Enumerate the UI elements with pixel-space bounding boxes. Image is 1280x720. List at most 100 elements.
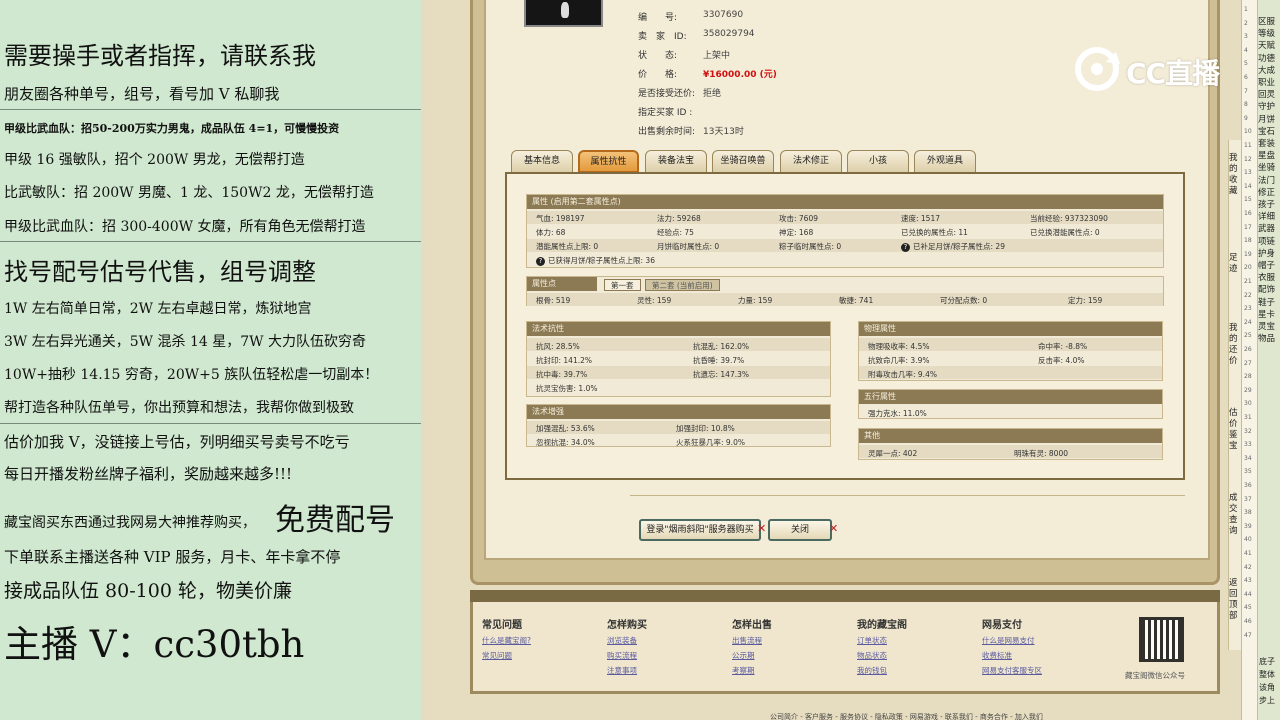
ruler-item: 21	[1244, 278, 1252, 285]
filter-item[interactable]: 守护	[1258, 100, 1275, 112]
filter-item[interactable]: 宝石	[1258, 125, 1275, 137]
filter-item[interactable]: 等级	[1258, 27, 1275, 39]
ruler-item: 3	[1244, 33, 1248, 41]
overlay-separator	[0, 423, 421, 424]
filter-item[interactable]: 套装	[1258, 137, 1275, 149]
point-agility: 敏捷: 741	[839, 296, 874, 305]
side-menu-bargain[interactable]: 我的还价	[1229, 323, 1241, 367]
footer-link[interactable]: 物品状态	[857, 650, 887, 661]
footer-link[interactable]: 订单状态	[857, 635, 887, 646]
tab-basic-info[interactable]: 基本信息	[511, 150, 573, 173]
filter-item[interactable]: 帽子	[1258, 259, 1275, 271]
tab-children[interactable]: 小孩	[847, 150, 909, 173]
right-bottom-text: 步上	[1259, 696, 1275, 705]
attr-attack: 攻击: 7609	[779, 214, 818, 223]
ruler-item: 17	[1244, 223, 1252, 231]
footer-link[interactable]: 网易支付客服专区	[982, 665, 1042, 676]
filter-item[interactable]: 星盘	[1258, 149, 1275, 161]
filter-item[interactable]: 衣服	[1258, 271, 1275, 283]
subtab-first-set[interactable]: 第一套	[604, 279, 641, 291]
subtab-second-set[interactable]: 第二套 (当前启用)	[645, 279, 720, 291]
filter-item[interactable]: 法门	[1258, 174, 1275, 186]
boost-ignore-chaos: 忽视抗混: 34.0%	[536, 438, 595, 447]
tab-spell-correction[interactable]: 法术修正	[780, 150, 842, 173]
meta-value-price: ¥16000.00 (元)	[703, 70, 777, 80]
close-x-icon[interactable]: ✕	[829, 522, 838, 535]
boost-fire-rage: 火系狂暴几率: 9.0%	[676, 438, 745, 447]
filter-item[interactable]: 回灵	[1258, 88, 1275, 100]
ruler-item: 34	[1244, 454, 1252, 462]
side-menu-favorites[interactable]: 我的收藏	[1229, 153, 1241, 197]
tab-equipment[interactable]: 装备法宝	[645, 150, 707, 173]
filter-item[interactable]: 坐骑	[1258, 161, 1275, 173]
filter-item[interactable]: 项链	[1258, 235, 1275, 247]
footer-link[interactable]: 浏览装备	[607, 635, 637, 646]
filter-item[interactable]: 职业	[1258, 76, 1275, 88]
footer-link[interactable]: 考察期	[732, 665, 755, 676]
overlay-line: 需要操手或者指挥，请联系我	[4, 42, 316, 70]
ruler-item: 37	[1244, 495, 1252, 503]
footer-link[interactable]: 我的钱包	[857, 665, 887, 676]
filter-item[interactable]: 详细	[1258, 210, 1275, 222]
filter-item[interactable]: 武器	[1258, 222, 1275, 234]
footer-link[interactable]: 出售流程	[732, 635, 762, 646]
meta-value-seller: 358029794	[703, 29, 755, 39]
ruler-item: 1	[1244, 6, 1248, 13]
footer-link[interactable]: 公示期	[732, 650, 755, 661]
right-bottom-text: 该角	[1259, 683, 1275, 692]
attr-mooncake-cap-text: 已获得月饼/粽子属性点上限: 36	[548, 256, 655, 265]
ruler-item: 13	[1244, 169, 1252, 177]
tab-appearance[interactable]: 外观道具	[914, 150, 976, 173]
footer-link[interactable]: 购买流程	[607, 650, 637, 661]
side-menu-appraise[interactable]: 估价鉴宝	[1229, 408, 1241, 452]
ruler-item: 41	[1244, 550, 1252, 557]
meta-label-price: 价 格:	[638, 70, 678, 80]
filter-item[interactable]: 护身	[1258, 247, 1275, 259]
help-icon[interactable]: ?	[536, 256, 545, 266]
footer-link[interactable]: 注意事项	[607, 665, 637, 676]
close-x-icon[interactable]: ✕	[757, 522, 766, 535]
side-menu-history[interactable]: 足迹	[1229, 253, 1241, 275]
filter-item[interactable]: 配饰	[1258, 283, 1275, 295]
close-button[interactable]: 关闭	[768, 519, 832, 541]
footer-head-mine: 我的藏宝阁	[857, 620, 907, 631]
filter-item[interactable]: 灵宝	[1258, 320, 1275, 332]
filter-item[interactable]: 月饼	[1258, 113, 1275, 125]
overlay-line: 每日开播发粉丝牌子福利，奖励越来越多!!!	[4, 465, 293, 483]
element-water: 强力克水: 11.0%	[868, 409, 927, 418]
overlay-separator	[0, 241, 421, 242]
footer-link[interactable]: 什么是藏宝阁?	[482, 635, 531, 646]
ruler-item: 16	[1244, 210, 1252, 217]
filter-item[interactable]: 孩子	[1258, 198, 1275, 210]
filter-item[interactable]: 大成	[1258, 64, 1275, 76]
filter-item[interactable]: 修正	[1258, 186, 1275, 198]
resist-sleep: 抗昏睡: 39.7%	[693, 356, 745, 365]
character-avatar[interactable]	[524, 0, 603, 27]
side-menu-deals[interactable]: 成交查询	[1229, 493, 1241, 537]
ruler-item: 20	[1244, 264, 1252, 272]
footer-link[interactable]: 收费标准	[982, 650, 1012, 661]
other-lingxi: 灵犀一点: 402	[868, 449, 918, 458]
phys-absorb: 物理吸收率: 4.5%	[868, 342, 930, 351]
boost-seal: 加强封印: 10.8%	[676, 424, 735, 433]
filter-item[interactable]: 星卡	[1258, 308, 1275, 320]
overlay-line: 1W 左右简单日常，2W 左右卓越日常，炼狱地宫	[4, 301, 312, 317]
ruler-item: 14	[1244, 182, 1252, 190]
login-server-buy-button[interactable]: 登录"烟雨斜阳"服务器购买	[639, 519, 761, 541]
meta-label-remaining: 出售剩余时间:	[638, 127, 696, 137]
filter-item[interactable]: 区服	[1258, 15, 1275, 27]
divider	[630, 495, 1185, 496]
bottom-links[interactable]: 公司简介 - 客户服务 - 服务协议 - 隐私政策 - 网易游戏 - 联系我们 …	[770, 712, 1043, 720]
filter-item[interactable]: 物品	[1258, 332, 1275, 344]
filter-item[interactable]: 天赋	[1258, 39, 1275, 51]
tab-attributes[interactable]: 属性抗性	[578, 150, 639, 173]
footer-head-buy: 怎样购买	[607, 620, 647, 631]
filter-item[interactable]: 功德	[1258, 52, 1275, 64]
footer-link[interactable]: 什么是网易支付	[982, 635, 1035, 646]
filter-item[interactable]: 鞋子	[1258, 296, 1275, 308]
tab-mounts-pets[interactable]: 坐骑召唤兽	[712, 150, 774, 173]
help-icon[interactable]: ?	[901, 242, 910, 252]
side-menu-top[interactable]: 返回顶部	[1229, 578, 1241, 622]
stream-overlay-panel: 需要操手或者指挥，请联系我 朋友圈各种单号，组号，看号加 V 私聊我 甲级比武血…	[0, 0, 421, 720]
footer-link[interactable]: 常见问题	[482, 650, 512, 661]
